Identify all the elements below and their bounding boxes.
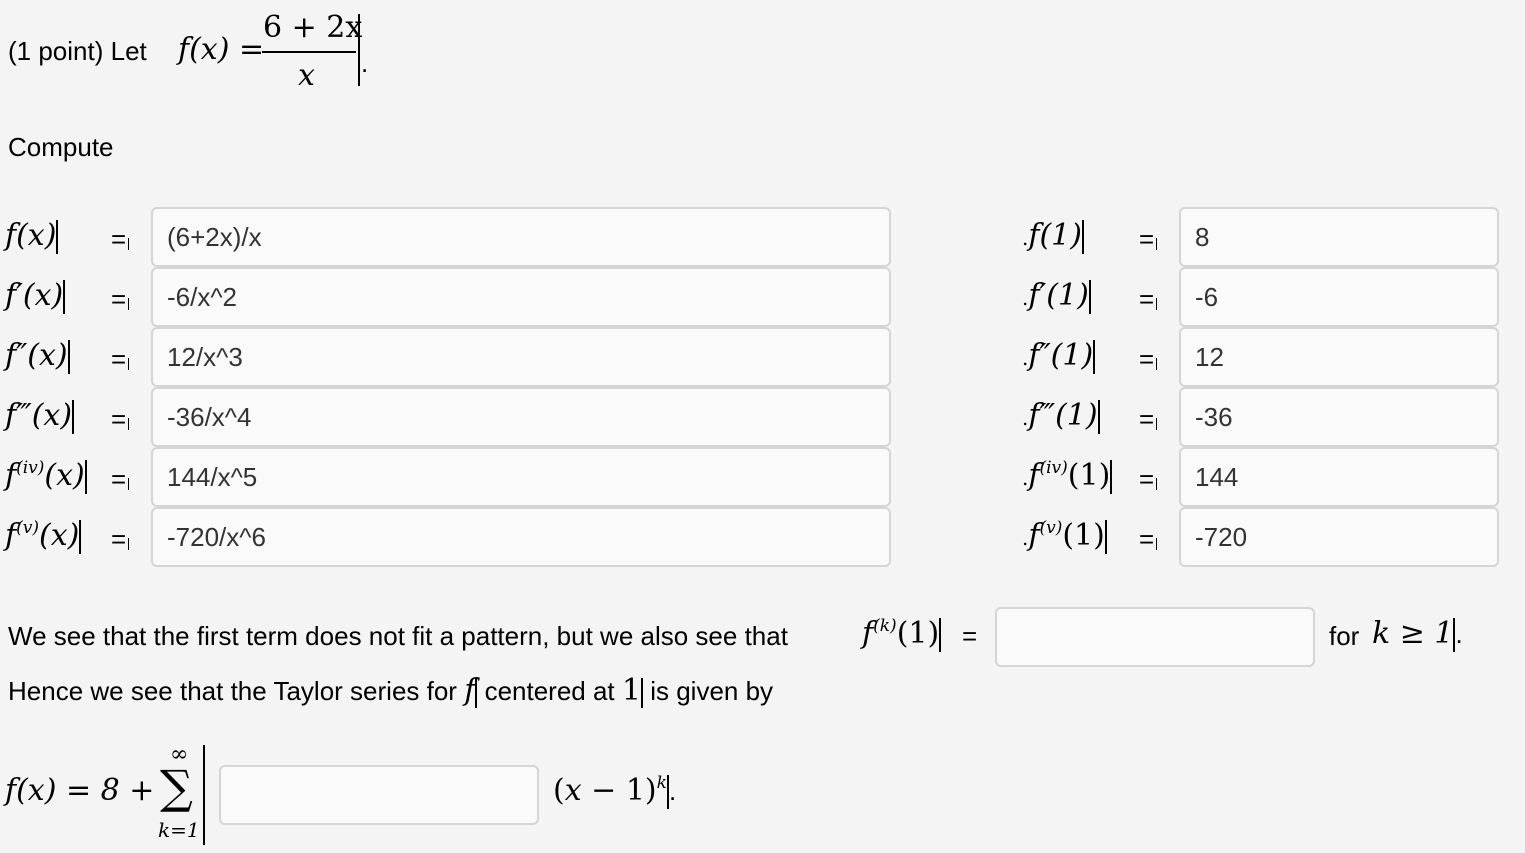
pattern-sentence: We see that the first term does not fit … bbox=[8, 621, 788, 651]
label-f-prime-at-1: .f′(1) bbox=[1022, 278, 1091, 314]
label-f-prime: f′(x) bbox=[5, 278, 66, 314]
answer-f-iv-input[interactable]: 144/x^5 bbox=[151, 447, 891, 507]
taylor-term: (x − 1)k. bbox=[553, 773, 677, 809]
taylor-answer-input[interactable] bbox=[219, 765, 539, 825]
answer-f-prime-at-1-input[interactable]: -6 bbox=[1179, 267, 1499, 327]
label-f-triple-prime-at-1: .f‴(1) bbox=[1022, 398, 1100, 434]
equals-sign: = bbox=[111, 524, 130, 555]
fraction-denominator: x bbox=[298, 58, 315, 93]
sum-lower-limit: k=1 bbox=[158, 818, 200, 842]
problem-function-name: f(x) = bbox=[178, 32, 265, 67]
answer-f-triple-prime-input[interactable]: -36/x^4 bbox=[151, 387, 891, 447]
compute-label: Compute bbox=[8, 132, 114, 162]
answer-f-triple-prime-at-1-input[interactable]: -36 bbox=[1179, 387, 1499, 447]
label-f-triple-prime: f‴(x) bbox=[5, 398, 75, 434]
equals-sign: = bbox=[111, 464, 130, 495]
problem-period: . bbox=[361, 48, 369, 78]
answer-f-double-prime-input[interactable]: 12/x^3 bbox=[151, 327, 891, 387]
label-f: f(x) bbox=[5, 218, 59, 254]
label-f-v: f(v)(x) bbox=[5, 518, 82, 554]
equals-sign: = bbox=[1139, 284, 1158, 315]
label-f-double-prime-at-1: .f″(1) bbox=[1022, 338, 1096, 374]
equals-sign: = bbox=[1139, 224, 1158, 255]
text-cursor bbox=[358, 14, 360, 86]
label-f-v-at-1: .f(v)(1) bbox=[1022, 518, 1107, 554]
answer-f-v-at-1-input[interactable]: -720 bbox=[1179, 507, 1499, 567]
equals-sign: = bbox=[111, 284, 130, 315]
answer-f-double-prime-at-1-input[interactable]: 12 bbox=[1179, 327, 1499, 387]
equals-sign: = bbox=[1139, 344, 1158, 375]
equals-sign: = bbox=[1139, 404, 1158, 435]
problem-intro: (1 point) Let bbox=[8, 36, 147, 67]
label-f-iv: f(iv)(x) bbox=[5, 458, 87, 494]
answer-f-iv-at-1-input[interactable]: 144 bbox=[1179, 447, 1499, 507]
answer-f-at-1-input[interactable]: 8 bbox=[1179, 207, 1499, 267]
label-f-at-1: .f(1) bbox=[1022, 218, 1084, 254]
equals-sign: = bbox=[1139, 524, 1158, 555]
text-cursor bbox=[203, 745, 205, 845]
for-label: for bbox=[1329, 621, 1360, 651]
fraction-numerator: 6 + 2x bbox=[263, 10, 363, 45]
label-f-double-prime: f″(x) bbox=[5, 338, 70, 374]
pattern-answer-input[interactable] bbox=[995, 607, 1315, 667]
answer-f-prime-input[interactable]: -6/x^2 bbox=[151, 267, 891, 327]
k-condition: k ≥ 1. bbox=[1372, 616, 1463, 652]
fraction-bar bbox=[262, 51, 356, 53]
taylor-intro: Hence we see that the Taylor series for … bbox=[8, 673, 774, 709]
equals-sign: = bbox=[111, 404, 130, 435]
pattern-equals: = bbox=[962, 621, 978, 651]
taylor-lhs: f(x) = 8 + bbox=[5, 773, 155, 808]
answer-f-v-input[interactable]: -720/x^6 bbox=[151, 507, 891, 567]
equals-sign: = bbox=[111, 224, 130, 255]
equals-sign: = bbox=[111, 344, 130, 375]
label-f-iv-at-1: .f(iv)(1) bbox=[1022, 458, 1113, 494]
answer-f-input[interactable]: (6+2x)/x bbox=[151, 207, 891, 267]
sum-symbol: ∑ bbox=[160, 760, 193, 814]
points-label: (1 point) Let bbox=[8, 36, 147, 66]
equals-sign: = bbox=[1139, 464, 1158, 495]
label-fk-at-1: f(k)(1) bbox=[862, 616, 942, 652]
